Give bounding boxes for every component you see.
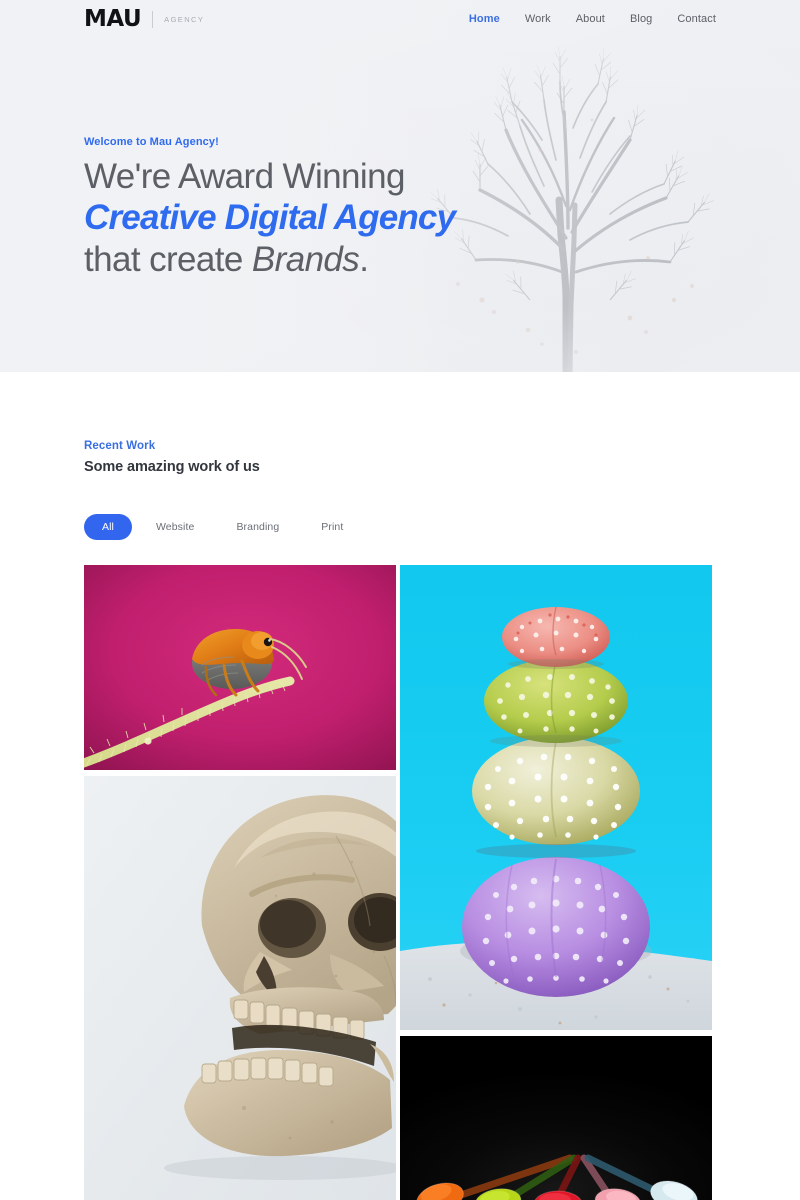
nav-links: Home Work About Blog Contact <box>469 13 716 25</box>
hero-copy: Welcome to Mau Agency! We're Award Winni… <box>0 38 800 280</box>
brand-subtitle-text: AGENCY <box>164 14 205 24</box>
portfolio-item-human-skull-photo[interactable] <box>84 776 396 1200</box>
hero-section: MAU AGENCY Home Work About Blog Contact … <box>0 0 800 372</box>
recent-work-section: Recent Work Some amazing work of us All … <box>0 372 800 1200</box>
portfolio-filter-bar: All Website Branding Print <box>84 514 716 540</box>
hero-eyebrow: Welcome to Mau Agency! <box>84 136 219 148</box>
filter-print[interactable]: Print <box>303 514 361 540</box>
work-section-title: Some amazing work of us <box>84 459 260 475</box>
hero-headline: We're Award Winning Creative Digital Age… <box>84 156 800 280</box>
top-navbar: MAU AGENCY Home Work About Blog Contact <box>0 0 800 38</box>
filter-branding[interactable]: Branding <box>218 514 297 540</box>
portfolio-item-beetle-on-stem-photo[interactable] <box>84 565 396 770</box>
hero-headline-line3-emphasis: Brands <box>251 239 360 279</box>
hero-headline-line3-prefix: that create <box>84 239 252 279</box>
work-eyebrow: Recent Work <box>84 440 156 452</box>
portfolio-grid <box>84 565 712 1200</box>
nav-item-about[interactable]: About <box>576 13 605 25</box>
nav-item-work[interactable]: Work <box>525 13 551 25</box>
portfolio-item-colored-spoons-photo[interactable] <box>400 1036 712 1200</box>
hero-headline-line1: We're Award Winning <box>84 157 405 196</box>
filter-all[interactable]: All <box>84 514 132 540</box>
nav-item-blog[interactable]: Blog <box>630 13 652 25</box>
filter-website[interactable]: Website <box>138 514 212 540</box>
nav-item-home[interactable]: Home <box>469 13 500 25</box>
portfolio-column-left <box>84 565 396 1200</box>
brand-divider <box>152 10 154 28</box>
brand-mark-text: MAU <box>84 5 142 32</box>
hero-headline-line3-suffix: . <box>359 239 369 279</box>
hero-headline-line2: Creative Digital Agency <box>84 198 456 238</box>
portfolio-item-stacked-sea-urchins-photo[interactable] <box>400 565 712 1030</box>
portfolio-column-right <box>400 565 712 1200</box>
nav-item-contact[interactable]: Contact <box>677 13 716 25</box>
brand-logo[interactable]: MAU AGENCY <box>84 5 205 32</box>
